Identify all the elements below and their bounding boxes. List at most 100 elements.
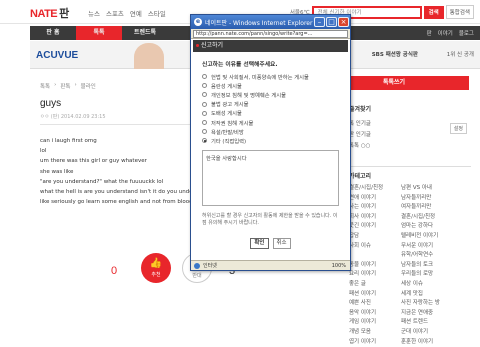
category-link[interactable]: 음악 이야기	[349, 309, 401, 319]
reason-label: 개인정보 침해 및 명예훼손 게시물	[211, 91, 286, 99]
category-link[interactable]: 예쁜 사진	[349, 299, 401, 309]
reason-label: 저작권 침해 게시물	[211, 119, 253, 127]
reason-option[interactable]: 불법 광고 게시물	[202, 100, 348, 109]
category-link[interactable]: 남편 VS 아내	[401, 184, 465, 194]
nav-news[interactable]: 뉴스	[88, 8, 100, 18]
radio-button[interactable]	[202, 102, 207, 107]
reason-option[interactable]: 도배성 게시물	[202, 109, 348, 118]
category-link[interactable]: 세상 이슈	[401, 280, 465, 290]
category-bar-right: 판 이야기 블로그	[427, 26, 480, 40]
reason-textarea[interactable]: 한국을 사랑합시다	[202, 150, 339, 206]
category-link[interactable]: 사회 이슈	[349, 242, 401, 252]
category-link[interactable]: 잡담	[349, 232, 401, 242]
post-line: she was like	[40, 167, 200, 177]
nav-entertainment[interactable]: 연예	[130, 8, 142, 18]
tab-pann-home[interactable]: 판 홈	[30, 26, 76, 40]
cat-right-blog[interactable]: 블로그	[459, 29, 474, 37]
close-icon[interactable]: ×	[338, 17, 349, 27]
category-link[interactable]: 남자들의 토크	[401, 261, 465, 271]
category-link[interactable]: 우리들의 로망	[401, 270, 465, 280]
reason-option[interactable]: 욕설/반말/비방	[202, 127, 348, 136]
category-link[interactable]: 연애 이야기	[349, 194, 401, 204]
globe-icon	[194, 263, 200, 269]
reason-option[interactable]: 개인정보 침해 및 명예훼손 게시물	[202, 90, 348, 99]
category-link[interactable]: 남자들끼리만	[401, 194, 465, 204]
report-dialog: 신고하기 신고하는 이유를 선택해주세요. 헌법 및 사회질서, 미풍양속에 반…	[193, 40, 348, 261]
radio-button[interactable]	[202, 74, 207, 79]
category-link[interactable]: 엽기 이야기	[349, 338, 401, 347]
cat-right-pann[interactable]: 판	[427, 29, 432, 37]
category-link[interactable]: 사진 자랑하는 방	[401, 299, 465, 309]
post-body: can i laugh first omg lol um there was t…	[40, 136, 200, 207]
category-link[interactable]: 개념 모음	[349, 328, 401, 338]
favorites-edit-button[interactable]: 설정	[450, 123, 467, 134]
category-link[interactable]: 동물 이야기	[349, 261, 401, 271]
category-link[interactable]: 엄마는 강하다	[401, 222, 465, 232]
post-line: like seriously go learn some english and…	[40, 197, 200, 207]
category-link[interactable]	[349, 251, 401, 261]
category-link[interactable]: 무서운 이야기	[401, 242, 465, 252]
radio-button[interactable]	[202, 138, 207, 143]
radio-button[interactable]	[202, 120, 207, 125]
vote-up-label: 추천	[141, 271, 171, 278]
ad-right-link[interactable]: 1위 신 공개	[447, 50, 474, 58]
category-link[interactable]: 훈훈한 이야기	[401, 338, 465, 347]
category-link[interactable]: 패션 이야기	[349, 290, 401, 300]
cancel-button[interactable]: 취소	[273, 238, 291, 249]
maximize-icon[interactable]: □	[326, 17, 337, 27]
category-link[interactable]: 사는 이야기	[349, 203, 401, 213]
category-link[interactable]: 결혼/시집/친정	[401, 213, 465, 223]
post-line: um there was this girl or guy whatever	[40, 156, 200, 166]
tab-trend-tok[interactable]: 트렌드톡	[122, 26, 168, 40]
category-link[interactable]: 텔레비전 이야기	[401, 232, 465, 242]
reason-label: 기타 (직접입력)	[211, 137, 246, 145]
breadcrumb-separator: ›	[74, 82, 76, 90]
zoom-level[interactable]: 100%	[332, 263, 346, 269]
nate-pann-logo[interactable]: NATE판	[30, 5, 69, 21]
category-link[interactable]: 세계 맛집	[401, 290, 465, 300]
category-link[interactable]: 회사 이야기	[349, 213, 401, 223]
breadcrumb-item[interactable]: 톡톡	[40, 82, 50, 90]
window-titlebar[interactable]: e 네이트판 - Windows Internet Explorer – □ ×	[191, 15, 350, 29]
sbs-promo[interactable]: SBS 패션왕 공식판	[372, 50, 418, 58]
minimize-icon[interactable]: –	[314, 17, 325, 27]
confirm-button[interactable]: 확인	[250, 238, 268, 249]
category-link[interactable]: 패션 트렌드	[401, 318, 465, 328]
radio-button[interactable]	[202, 83, 207, 88]
category-link[interactable]: 여자들끼리만	[401, 203, 465, 213]
category-link[interactable]: 웃긴 이야기	[349, 222, 401, 232]
post-meta: ㅇㅇ (판) 2014.02.09 23:15	[40, 113, 106, 120]
breadcrumb-item[interactable]: 판톡	[60, 82, 70, 90]
vote-up-button[interactable]: 👍 추천	[141, 253, 171, 283]
category-grid: 결혼/시집/친정남편 VS 아내연애 이야기남자들끼리만사는 이야기여자들끼리만…	[349, 184, 471, 347]
category-link[interactable]: 게임 이야기	[349, 318, 401, 328]
nav-sports[interactable]: 스포츠	[106, 8, 124, 18]
ad-model-image	[134, 43, 164, 69]
category-link[interactable]: 좋은 글	[349, 280, 401, 290]
favorite-item[interactable]: 톡톡 ○○	[349, 141, 471, 152]
breadcrumb: 톡톡› 판톡› 블라인	[40, 82, 96, 90]
reason-option[interactable]: 음란성 게시물	[202, 81, 348, 90]
cat-right-story[interactable]: 이야기	[438, 29, 453, 37]
nav-style[interactable]: 스타일	[148, 8, 166, 18]
post-line: what the hell is are you understand isn'…	[40, 187, 200, 197]
write-post-button[interactable]: 톡톡쓰기	[349, 76, 469, 90]
reason-option[interactable]: 저작권 침해 게시물	[202, 118, 348, 127]
reason-option[interactable]: 헌법 및 사회질서, 미풍양속에 반하는 게시물	[202, 72, 348, 81]
search-button[interactable]: 검색	[424, 6, 444, 19]
url-field[interactable]: http://pann.nate.com/pann/singo/write?ar…	[193, 30, 348, 38]
radio-button[interactable]	[202, 92, 207, 97]
detail-search-button[interactable]: 통합검색	[446, 5, 474, 19]
category-link[interactable]: 요리 이야기	[349, 270, 401, 280]
reason-option[interactable]: 기타 (직접입력)	[202, 136, 348, 145]
category-link[interactable]: 지금은 연애중	[401, 309, 465, 319]
breadcrumb-item[interactable]: 블라인	[81, 82, 96, 90]
tab-toktok[interactable]: 톡톡	[76, 26, 122, 40]
radio-button[interactable]	[202, 111, 207, 116]
category-link[interactable]: 군대 이야기	[401, 328, 465, 338]
category-link[interactable]: 유학/어학연수	[401, 251, 465, 261]
false-report-warning: 허위신고를 할 경우 신고자의 활동에 제한을 받을 수 있습니다. 이 점 유…	[202, 213, 339, 227]
radio-button[interactable]	[202, 129, 207, 134]
category-link[interactable]: 결혼/시집/친정	[349, 184, 401, 194]
security-zone: 인터넷	[203, 262, 332, 269]
